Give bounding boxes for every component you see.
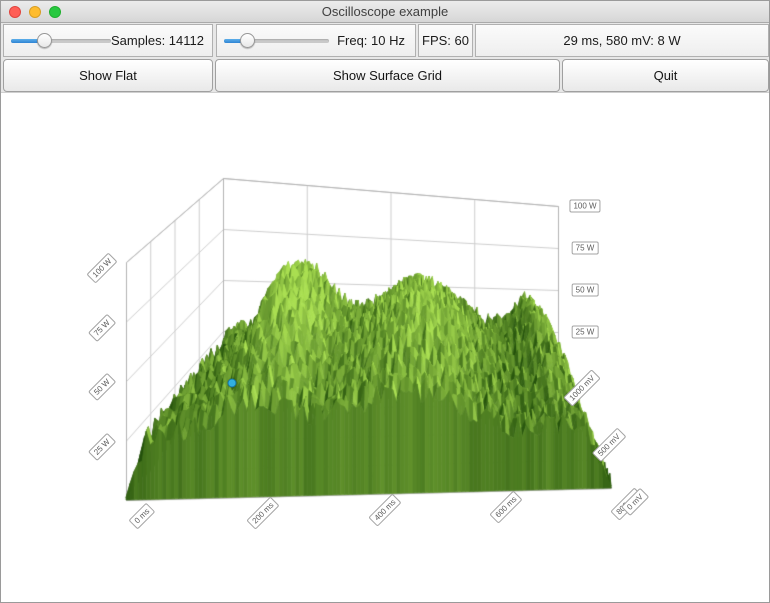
- samples-control-group: Samples: 14112: [3, 24, 213, 57]
- titlebar[interactable]: Oscilloscope example: [1, 1, 769, 23]
- toolbar: Samples: 14112 Freq: 10 Hz FPS: 60 29 ms…: [1, 23, 769, 58]
- freq-label: Freq: 10 Hz: [337, 33, 405, 48]
- freq-control-group: Freq: 10 Hz: [216, 24, 416, 57]
- show-surface-grid-button[interactable]: Show Surface Grid: [215, 59, 560, 92]
- samples-slider-knob[interactable]: [37, 33, 52, 48]
- status-label: 29 ms, 580 mV: 8 W: [563, 33, 680, 48]
- app-window: Oscilloscope example Samples: 14112 Freq…: [0, 0, 770, 603]
- freq-slider[interactable]: [224, 33, 329, 49]
- surface-plot-canvas[interactable]: [1, 94, 770, 603]
- status-readout: 29 ms, 580 mV: 8 W: [475, 24, 769, 57]
- show-flat-button[interactable]: Show Flat: [3, 59, 213, 92]
- fps-indicator: FPS: 60: [418, 24, 473, 57]
- quit-button[interactable]: Quit: [562, 59, 769, 92]
- samples-label: Samples: 14112: [111, 33, 204, 48]
- plot-area[interactable]: 25 W25 W50 W50 W75 W75 W100 W100 W0 ms20…: [1, 94, 770, 603]
- samples-slider[interactable]: [11, 33, 111, 49]
- button-row: Show Flat Show Surface Grid Quit: [1, 58, 769, 93]
- fps-label: FPS: 60: [422, 33, 469, 48]
- freq-slider-knob[interactable]: [240, 33, 255, 48]
- window-title: Oscilloscope example: [1, 4, 769, 19]
